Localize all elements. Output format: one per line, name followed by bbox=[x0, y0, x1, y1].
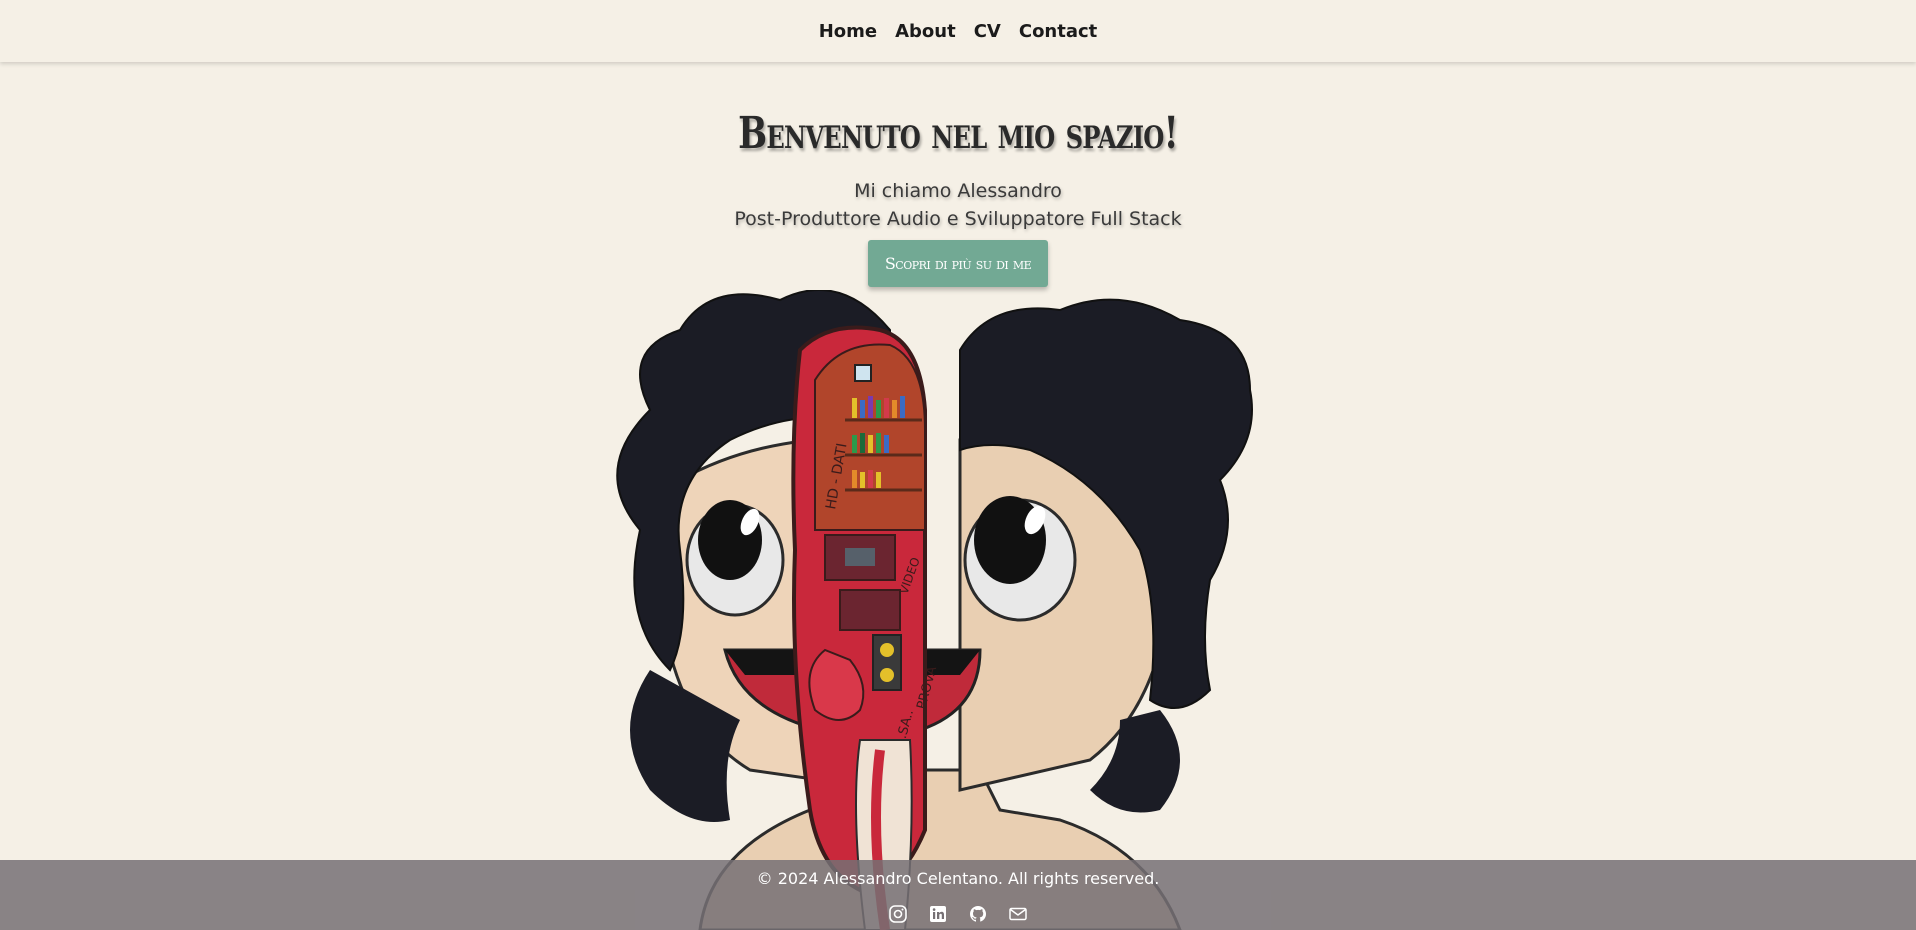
discover-more-button[interactable]: Scopri di più su di me bbox=[868, 240, 1048, 287]
portrait-illustration: HD - DATI VIDEO PROVA SA..SA.. bbox=[616, 290, 1253, 930]
nav-home[interactable]: Home bbox=[819, 21, 877, 42]
hero-role: Post-Produttore Audio e Sviluppatore Ful… bbox=[734, 208, 1182, 230]
github-icon[interactable] bbox=[968, 904, 988, 924]
email-icon[interactable] bbox=[1008, 904, 1028, 924]
footer: © 2024 Alessandro Celentano. All rights … bbox=[0, 860, 1916, 930]
hero-title: Benvenuto nel mio spazio! bbox=[738, 108, 1179, 159]
nav-about[interactable]: About bbox=[895, 21, 956, 42]
instagram-icon[interactable] bbox=[888, 904, 908, 924]
nav-contact[interactable]: Contact bbox=[1019, 21, 1097, 42]
nav-cv[interactable]: CV bbox=[974, 21, 1001, 42]
linkedin-icon[interactable] bbox=[928, 904, 948, 924]
hero-intro: Mi chiamo Alessandro bbox=[854, 180, 1062, 202]
navbar: Home About CV Contact bbox=[0, 0, 1916, 62]
social-links bbox=[0, 904, 1916, 924]
footer-copyright: © 2024 Alessandro Celentano. All rights … bbox=[756, 869, 1160, 888]
